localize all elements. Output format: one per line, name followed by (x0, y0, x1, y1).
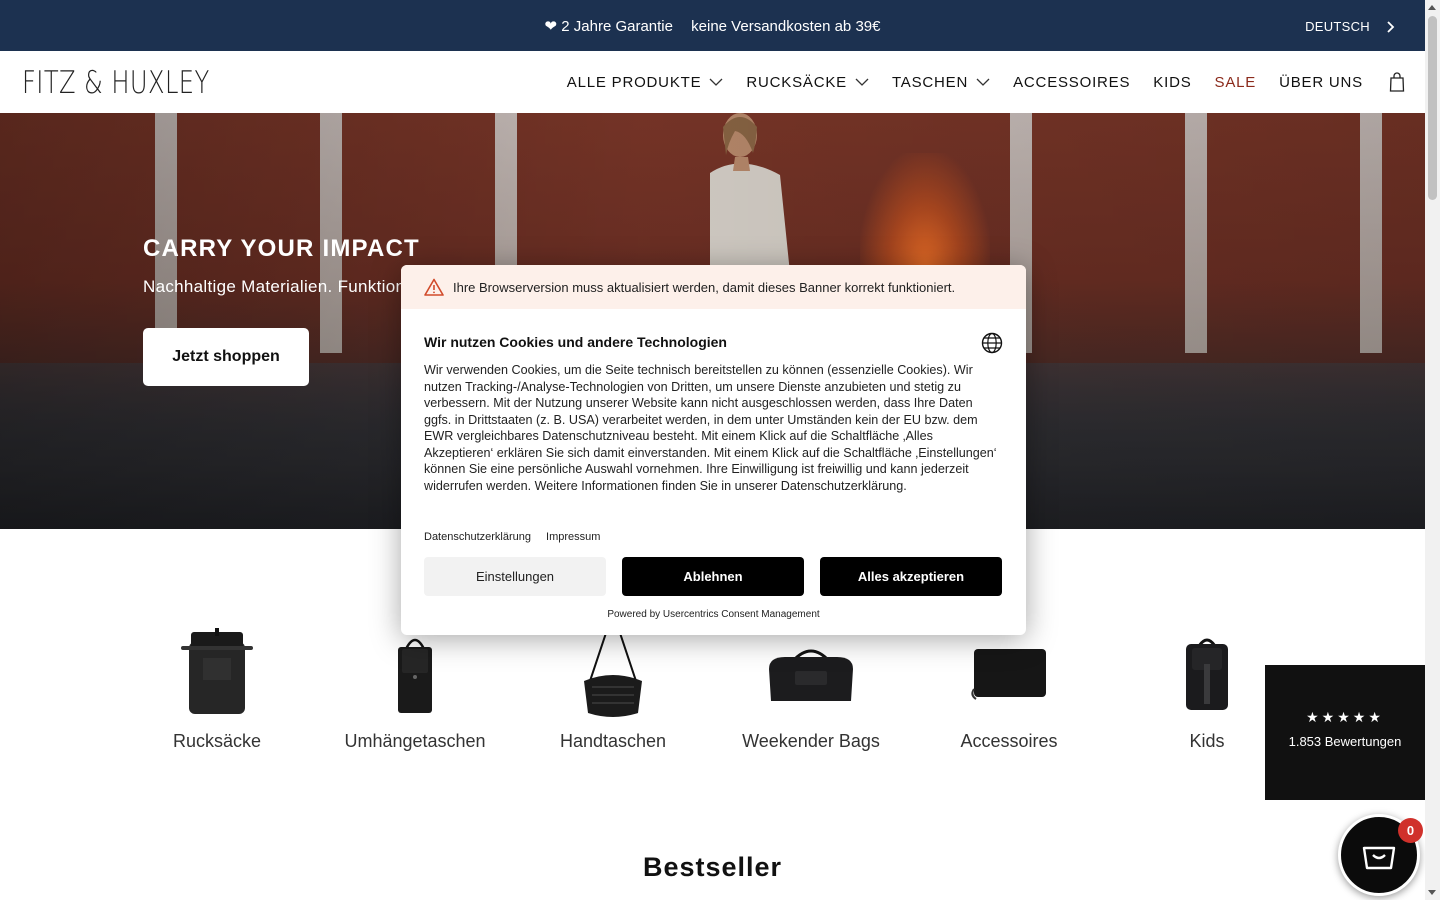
scroll-up-arrow-icon[interactable] (1428, 5, 1436, 10)
chevron-right-icon (1387, 20, 1395, 33)
site-header: FITZ & HUXLEY ALLE PRODUKTE RUCKSÄCKE TA… (0, 51, 1425, 113)
decline-button[interactable]: Ablehnen (622, 557, 804, 596)
handbag-icon (584, 626, 642, 717)
category-rucksaecke[interactable]: Rucksäcke (118, 625, 316, 752)
laptop-sleeve-icon (971, 649, 1046, 700)
kids-backpack-icon (1186, 638, 1228, 710)
category-image (316, 625, 514, 721)
category-label: Handtaschen (559, 731, 667, 751)
nav-item-label: SALE (1214, 73, 1257, 91)
category-image (118, 625, 316, 721)
brand-logo[interactable]: FITZ & HUXLEY (22, 65, 210, 101)
cookie-title: Wir nutzen Cookies und andere Technologi… (424, 334, 727, 350)
cart-count-badge: 0 (1398, 818, 1423, 843)
category-umhaengetaschen[interactable]: Umhängetaschen (316, 625, 514, 752)
main-nav: ALLE PRODUKTE RUCKSÄCKE TASCHEN ACCESSOI… (544, 51, 1405, 113)
category-label: Umhängetaschen (344, 731, 486, 751)
category-row: Rucksäcke Umhängetaschen Handtaschen Wee… (118, 625, 1308, 765)
announcement-shipping: keine Versandkosten ab 39€ (691, 18, 881, 35)
nav-item-ueber-uns[interactable]: ÜBER UNS (1279, 74, 1363, 91)
nav-item-alle-produkte[interactable]: ALLE PRODUKTE (567, 74, 724, 91)
browser-warning: Ihre Browserversion muss aktualisiert we… (401, 265, 1026, 309)
language-globe-icon[interactable] (981, 332, 1003, 354)
scrollbar-thumb[interactable] (1428, 16, 1437, 200)
announcement-bar: ❤ 2 Jahre Garantie keine Versandkosten a… (0, 0, 1425, 51)
category-handtaschen[interactable]: Handtaschen (514, 625, 712, 752)
category-image (514, 625, 712, 721)
category-label: Accessoires (960, 731, 1058, 751)
language-selector[interactable]: DEUTSCH (1305, 19, 1395, 34)
shopping-bag-icon[interactable] (1389, 72, 1405, 92)
nav-item-label: RUCKSÄCKE (746, 73, 847, 91)
category-label: Weekender Bags (742, 731, 880, 751)
hero-title: CARRY YOUR IMPACT (143, 235, 420, 262)
chevron-down-icon (709, 78, 723, 86)
chevron-down-icon (855, 78, 869, 86)
cookie-consent-dialog: Ihre Browserversion muss aktualisiert we… (401, 265, 1026, 635)
reviews-count: 1.853 Bewertungen (1288, 734, 1402, 749)
category-accessoires[interactable]: Accessoires (910, 625, 1108, 752)
category-image (910, 625, 1108, 721)
cookie-description: Wir verwenden Cookies, um die Seite tech… (424, 363, 997, 493)
page-scrollbar[interactable] (1425, 0, 1440, 900)
reviews-widget[interactable]: ★★★★★ 1.853 Bewertungen (1265, 665, 1425, 800)
category-label: Rucksäcke (172, 731, 262, 751)
category-weekender-bags[interactable]: Weekender Bags (712, 625, 910, 752)
nav-item-kids[interactable]: KIDS (1153, 74, 1191, 91)
nav-item-label: KIDS (1153, 73, 1192, 91)
nav-item-label: ALLE PRODUKTE (566, 73, 702, 91)
hero-subtitle: Nachhaltige Materialien. Funktiona (143, 277, 415, 296)
settings-button[interactable]: Einstellungen (424, 557, 606, 596)
announcement-guarantee: ❤ 2 Jahre Garantie (544, 18, 673, 35)
browser-warning-text: Ihre Browserversion muss aktualisiert we… (453, 279, 956, 295)
category-image (712, 625, 910, 721)
nav-item-label: ÜBER UNS (1279, 73, 1363, 91)
accept-all-button[interactable]: Alles akzeptieren (820, 557, 1002, 596)
powered-by-text: Powered by Usercentrics Consent Manageme… (607, 609, 820, 620)
cookie-buttons: Einstellungen Ablehnen Alles akzeptieren (424, 557, 1002, 596)
cookie-links: Datenschutzerklärung Impressum (424, 531, 600, 543)
shopping-basket-icon (1362, 846, 1396, 870)
bestseller-heading: Bestseller (642, 852, 783, 882)
language-label: DEUTSCH (1305, 19, 1370, 34)
rolltop-backpack-icon (181, 628, 253, 714)
announcement-messages: ❤ 2 Jahre Garantie keine Versandkosten a… (0, 17, 1425, 35)
imprint-link[interactable]: Impressum (546, 531, 600, 543)
nav-item-rucksaecke[interactable]: RUCKSÄCKE (746, 74, 869, 91)
warning-icon (424, 278, 444, 296)
rating-stars: ★★★★★ (1306, 709, 1384, 725)
shop-now-button[interactable]: Jetzt shoppen (143, 328, 309, 386)
duffel-bag-icon (769, 649, 853, 701)
privacy-policy-link[interactable]: Datenschutzerklärung (424, 531, 531, 543)
nav-item-label: TASCHEN (891, 73, 969, 91)
nav-item-sale[interactable]: SALE (1215, 74, 1257, 91)
nav-item-label: ACCESSOIRES (1013, 73, 1131, 91)
chevron-down-icon (976, 78, 990, 86)
scroll-down-arrow-icon[interactable] (1428, 890, 1436, 895)
nav-item-accessoires[interactable]: ACCESSOIRES (1013, 74, 1130, 91)
nav-item-taschen[interactable]: TASCHEN (892, 74, 990, 91)
crossbody-bag-icon (398, 638, 432, 713)
